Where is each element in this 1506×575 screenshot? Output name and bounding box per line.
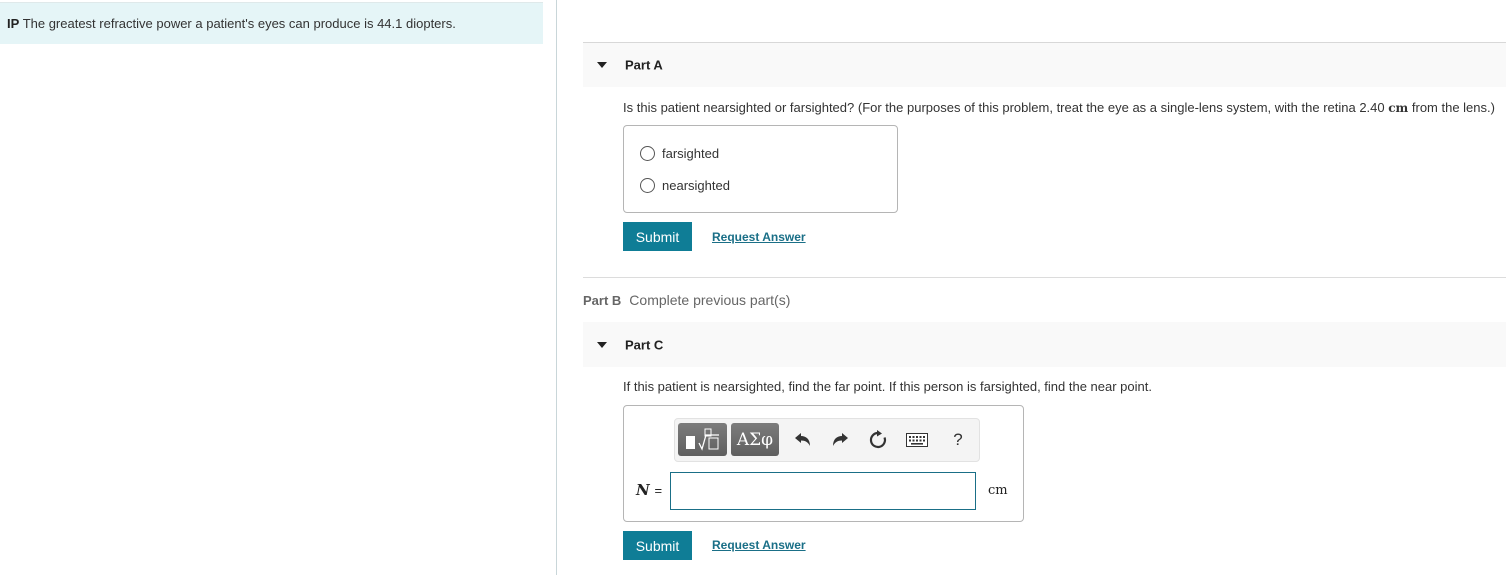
- question-text-end: from the lens.): [1408, 100, 1495, 115]
- choice-nearsighted[interactable]: nearsighted: [640, 178, 730, 193]
- choice-label: farsighted: [662, 146, 720, 161]
- divider: [583, 277, 1506, 278]
- part-c-request-answer-link[interactable]: Request Answer: [712, 538, 806, 552]
- redo-button[interactable]: [827, 423, 853, 456]
- answer-unit: cm: [988, 483, 1008, 498]
- reset-button[interactable]: [865, 423, 891, 456]
- undo-icon: [795, 432, 810, 446]
- variable-label: N =: [636, 481, 662, 499]
- part-b-title: Part B: [583, 293, 622, 308]
- redo-icon: [833, 432, 848, 446]
- parts-pane: Part A Is this patient nearsighted or fa…: [557, 0, 1506, 575]
- part-a-request-answer-link[interactable]: Request Answer: [712, 230, 806, 244]
- part-c-submit-button[interactable]: Submit: [623, 531, 692, 560]
- part-c-title: Part C: [625, 337, 664, 352]
- choice-label: nearsighted: [662, 178, 730, 193]
- choice-group: farsighted nearsighted: [623, 125, 898, 213]
- equals-sign: =: [654, 483, 663, 498]
- help-button[interactable]: ?: [945, 423, 971, 456]
- reset-icon: [869, 429, 887, 448]
- answer-input[interactable]: [670, 472, 976, 510]
- math-toolbar: ΑΣφ ?: [674, 418, 980, 462]
- question-unit: cm: [1388, 101, 1409, 115]
- templates-button[interactable]: [678, 423, 727, 456]
- part-b-status: Complete previous part(s): [629, 292, 791, 308]
- collapse-caret-icon[interactable]: [597, 341, 607, 348]
- templates-icon: [685, 428, 719, 451]
- answer-box: ΑΣφ ? N = cm: [623, 405, 1024, 522]
- problem-prefix: IP: [7, 16, 20, 31]
- choice-farsighted[interactable]: farsighted: [640, 146, 719, 161]
- problem-text: The greatest refractive power a patient'…: [22, 16, 456, 31]
- radio-button[interactable]: [640, 146, 655, 161]
- symbols-button[interactable]: ΑΣφ: [731, 423, 779, 456]
- variable-name: N: [636, 481, 650, 499]
- collapse-caret-icon[interactable]: [597, 62, 607, 68]
- part-b-row: Part B Complete previous part(s): [583, 292, 790, 308]
- keyboard-button[interactable]: [903, 423, 931, 456]
- radio-button[interactable]: [640, 178, 655, 193]
- part-c-question: If this patient is nearsighted, find the…: [623, 379, 1152, 394]
- part-c-header[interactable]: Part C: [583, 322, 1506, 367]
- keyboard-icon: [906, 432, 928, 447]
- part-a-header[interactable]: Part A: [583, 42, 1506, 87]
- part-a-question: Is this patient nearsighted or farsighte…: [623, 100, 1495, 115]
- part-a-title: Part A: [625, 57, 663, 73]
- undo-button[interactable]: [790, 423, 816, 456]
- question-text: Is this patient nearsighted or farsighte…: [623, 100, 1389, 115]
- problem-intro-pane: IP The greatest refractive power a patie…: [0, 0, 557, 575]
- problem-statement: IP The greatest refractive power a patie…: [0, 2, 543, 44]
- part-a-submit-button[interactable]: Submit: [623, 222, 692, 251]
